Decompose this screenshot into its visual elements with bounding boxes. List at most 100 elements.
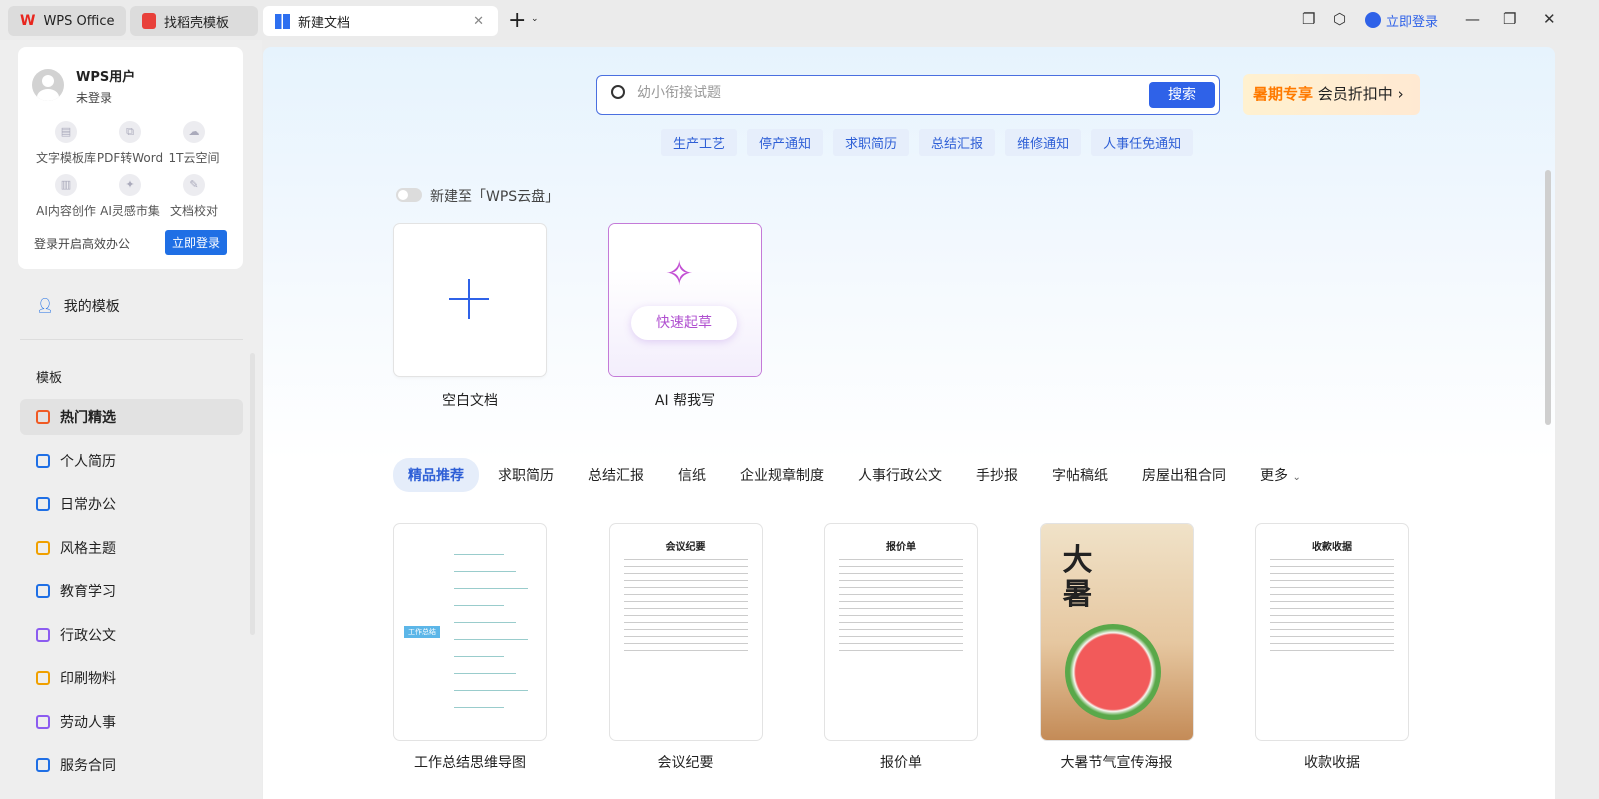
sidebar-item-label: 行政公文 [60,627,116,644]
sidebar-item-3[interactable]: 风格主题 [20,530,243,566]
sidebar-item-8[interactable]: 服务合同 [20,747,243,783]
sidebar-item-my-templates[interactable]: 👤︎ 我的模板 [20,288,243,324]
close-tab-icon[interactable]: ✕ [473,14,484,29]
titlebar-login-link[interactable]: 立即登录 [1386,11,1438,30]
pdf-convert-icon: ⧉ [119,121,141,143]
user-icon: 👤︎ [36,298,54,314]
chevron-down-icon[interactable]: ⌄ [531,14,539,24]
category-tab[interactable]: 企业规章制度 [725,458,839,492]
docer-logo-icon [142,13,156,29]
quick-draft-button[interactable]: 快速起草 [631,306,737,340]
category-tab[interactable]: 精品推荐 [393,458,479,492]
document-icon [275,13,290,29]
category-tab[interactable]: 房屋出租合同 [1127,458,1241,492]
thumbnail-title: 工作总结 [404,626,440,638]
category-tab[interactable]: 更多 ⌄ [1245,458,1316,492]
category-icon [36,584,50,598]
thumbnail-title: 报价单 [886,542,916,553]
sidebar-item-1[interactable]: 个人简历 [20,443,243,479]
category-tab[interactable]: 信纸 [663,458,721,492]
sparkle-icon: ✧ [665,254,694,294]
search-input[interactable] [637,85,1117,101]
promo-text: 会员折扣中 › [1317,85,1404,103]
cloud-toggle-label: 新建至「WPS云盘」 [430,189,560,205]
sidebar-item-6[interactable]: 印刷物料 [20,660,243,696]
quick-tag[interactable]: 维修通知 [1005,129,1082,156]
category-icon [36,671,50,685]
sidebar-item-label: 热门精选 [60,410,116,426]
close-window-icon[interactable]: ✕ [1543,10,1556,28]
user-avatar-icon[interactable] [1365,12,1381,28]
template-card[interactable]: 大暑 [1040,524,1193,740]
sidebar-item-label: 服务合同 [60,758,116,774]
quick-tag[interactable]: 生产工艺 [661,129,738,156]
template-title: 报价单 [880,755,922,771]
ai-write-card[interactable]: ✧ 快速起草 [609,224,761,376]
template-card[interactable]: 会议纪要 [609,524,762,740]
tab-label: WPS Office [43,13,115,29]
ai-document-icon: ▥ [55,174,77,196]
login-button[interactable]: 立即登录 [164,230,227,255]
cube-icon[interactable]: ⬡ [1333,10,1346,28]
cloud-icon: ☁ [183,121,205,143]
quick-tag[interactable]: 总结汇报 [919,129,996,156]
category-tab[interactable]: 求职简历 [483,458,569,492]
category-tab[interactable]: 总结汇报 [573,458,659,492]
divider [20,339,243,340]
category-icon [36,540,50,555]
sidebar-item-label: 风格主题 [60,540,116,557]
sidebar: WPS用户 未登录 ▤ 文字模板库 ⧉ PDF转Word ☁ 1T云空间 ▥ AI内容创… [0,40,262,799]
category-tab[interactable]: 手抄报 [961,458,1033,492]
quick-tag[interactable]: 停产通知 [747,129,824,156]
sparkle-icon: ✦ [119,174,141,196]
search-icon [611,85,625,99]
window-layout-icon[interactable]: ❐ [1302,10,1315,28]
new-tab-icon[interactable]: + [508,8,526,33]
quick-tag[interactable]: 人事任免通知 [1091,129,1194,156]
thumbnail-title: 大暑 [1062,543,1093,612]
watermelon-image [1064,624,1161,720]
category-icon [36,627,50,642]
search-box: 搜索 [596,75,1220,115]
template-card[interactable]: 收款收据 [1256,524,1408,740]
main-scrollbar[interactable] [1545,170,1551,425]
sidebar-item-label: 劳动人事 [60,714,116,731]
template-card[interactable]: 工作总结 [394,524,546,740]
maximize-icon[interactable]: ❐ [1503,10,1516,28]
tab-wps-office[interactable]: W WPS Office [8,6,126,36]
section-label: 模板 [36,371,63,386]
proofread-icon: ✎ [183,174,205,196]
search-button[interactable]: 搜索 [1149,82,1215,108]
cloud-toggle[interactable] [396,188,422,202]
login-prompt: 登录开启高效办公 [34,237,131,251]
sidebar-item-7[interactable]: 劳动人事 [20,704,243,740]
tab-docer[interactable]: 找稻壳模板 [130,6,258,36]
category-tabs: 精品推荐 求职简历 总结汇报 信纸 企业规章制度 人事行政公文 手抄报 字帖稿纸 房屋出租合同更… [393,458,1320,492]
tab-label: 找稻壳模板 [164,15,230,31]
sidebar-item-0[interactable]: 热门精选 [20,399,243,435]
plus-icon [449,279,489,319]
feature-proofread[interactable]: ✎ 文档校对 [154,174,234,219]
blank-document-label: 空白文档 [442,393,498,409]
template-card[interactable]: 报价单 [825,524,977,740]
sidebar-item-2[interactable]: 日常办公 [20,486,243,522]
sidebar-scrollbar[interactable] [250,353,255,635]
tab-new-document[interactable]: 新建文档 ✕ [263,6,498,36]
sidebar-item-label: 印刷物料 [60,671,116,687]
category-tab[interactable]: 字帖稿纸 [1037,458,1123,492]
user-card: WPS用户 未登录 ▤ 文字模板库 ⧉ PDF转Word ☁ 1T云空间 ▥ AI内容创… [18,47,243,269]
thumbnail-title: 会议纪要 [665,542,706,553]
feature-cloud-space[interactable]: ☁ 1T云空间 [154,121,234,166]
quick-tags: 生产工艺 停产通知 求职简历 总结汇报 维修通知 人事任免通知 [661,129,1194,156]
quick-tag[interactable]: 求职简历 [833,129,910,156]
promo-banner[interactable]: 暑期专享 会员折扣中 › [1243,74,1420,115]
category-icon [36,453,50,468]
sidebar-item-4[interactable]: 教育学习 [20,573,243,609]
sidebar-item-5[interactable]: 行政公文 [20,617,243,653]
category-tab[interactable]: 人事行政公文 [843,458,957,492]
category-icon [36,410,50,424]
blank-document-card[interactable] [394,224,546,376]
sidebar-item-label: 个人简历 [60,453,116,470]
tab-label: 新建文档 [298,15,351,31]
minimize-icon[interactable]: — [1465,10,1480,28]
